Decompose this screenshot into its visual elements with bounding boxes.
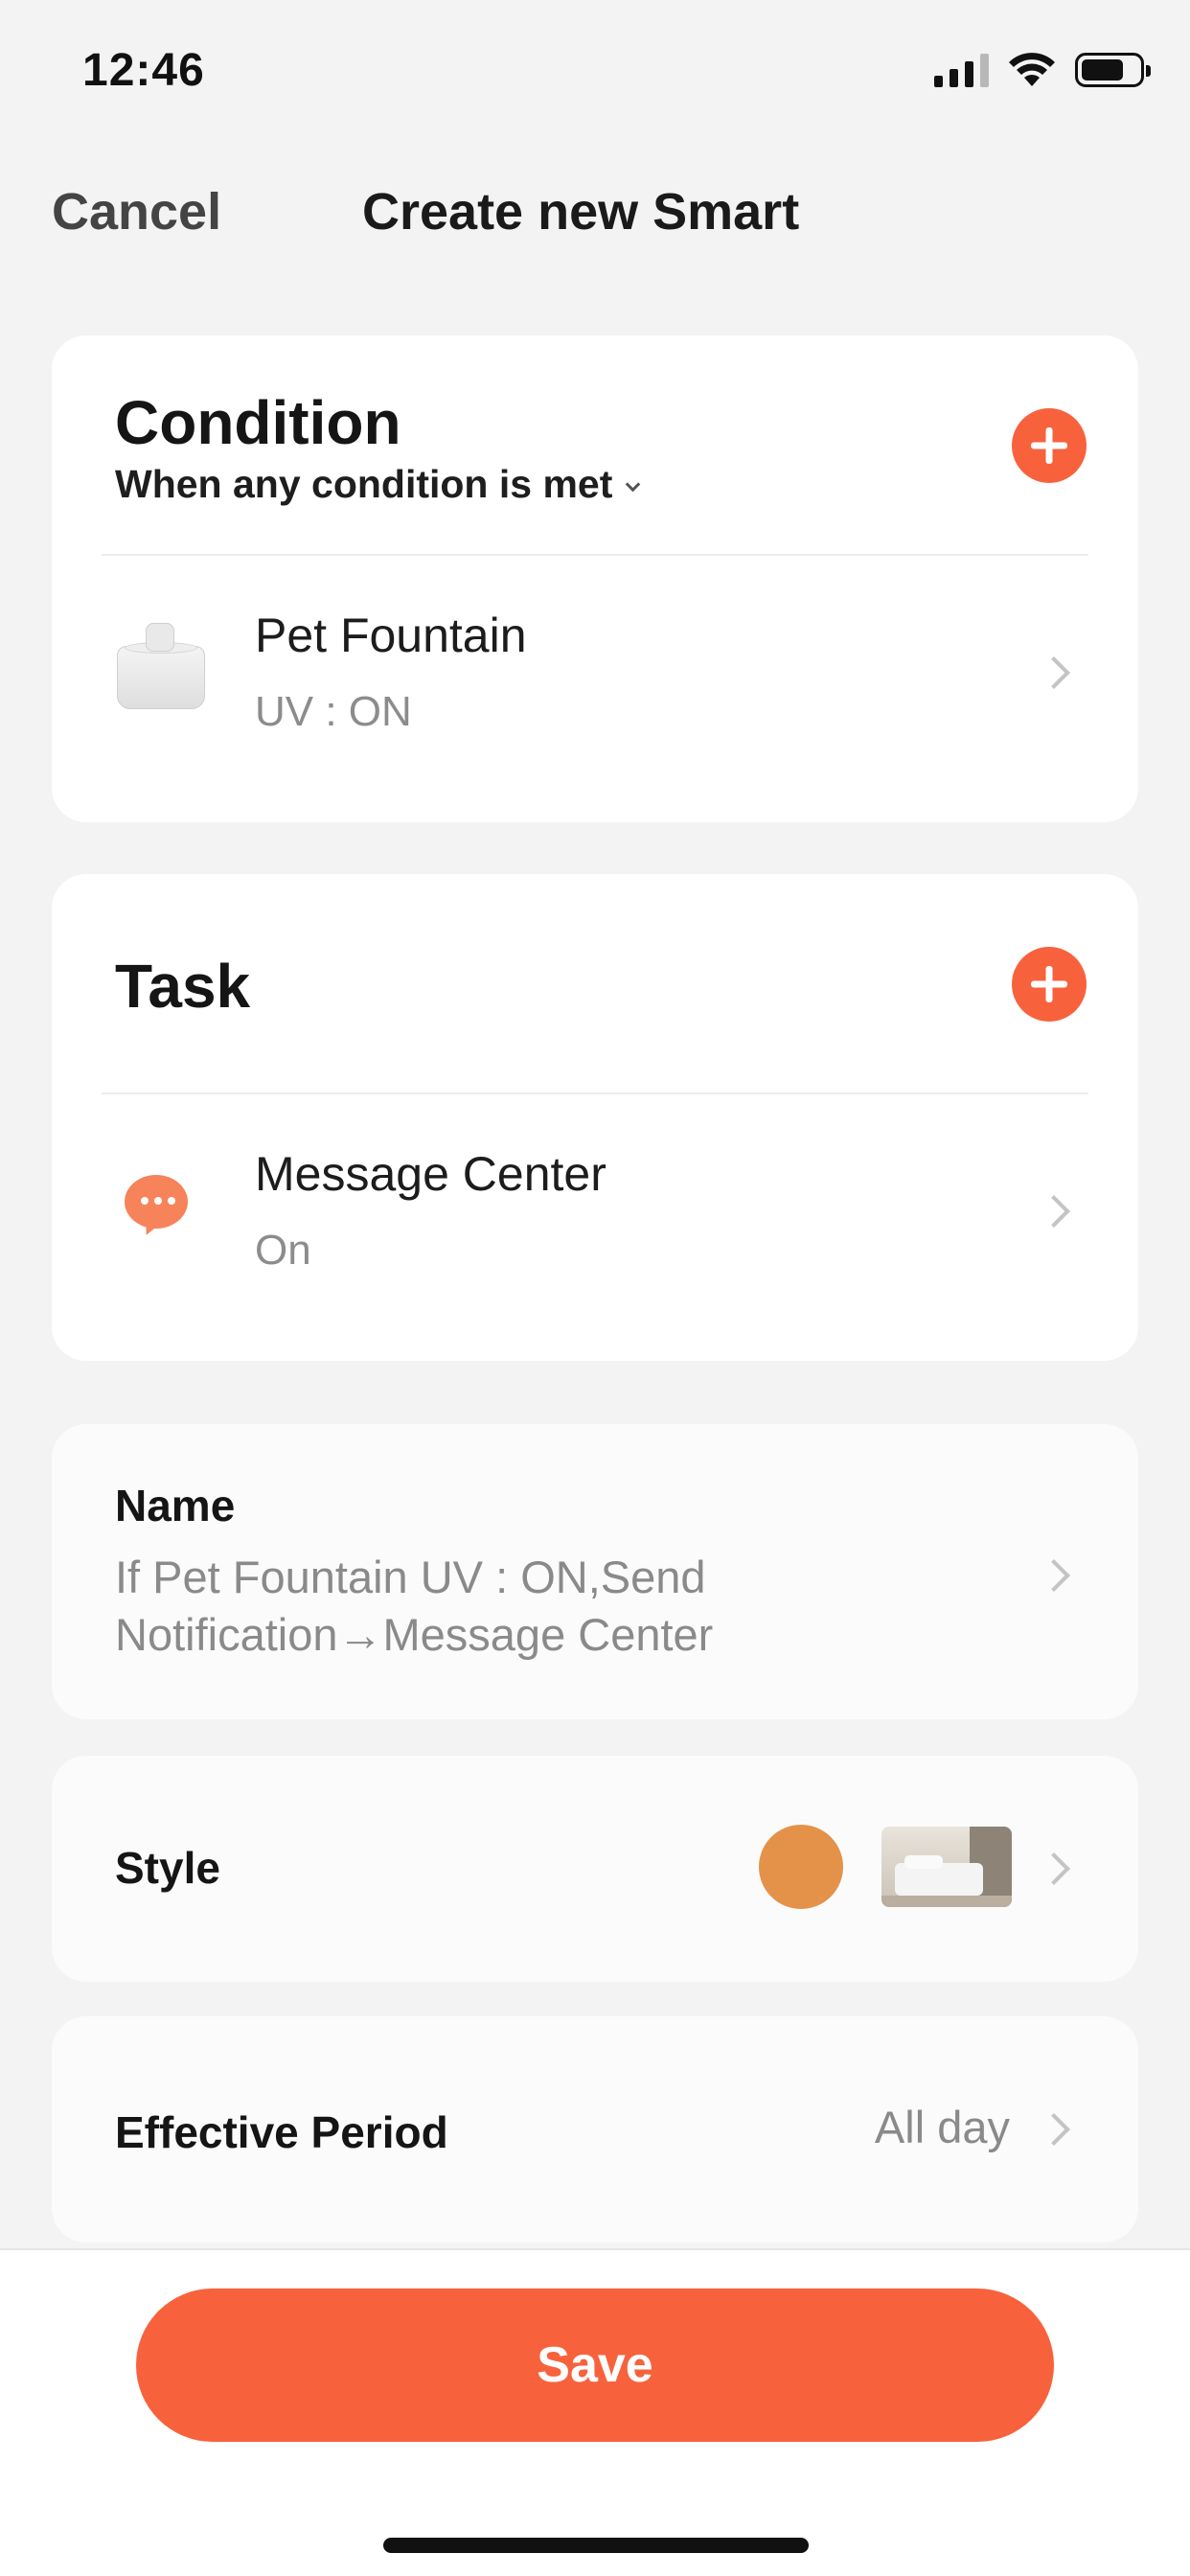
- style-color-swatch: [759, 1825, 843, 1909]
- cancel-button[interactable]: Cancel: [52, 182, 221, 242]
- name-row[interactable]: Name If Pet Fountain UV : ON,Send Notifi…: [52, 1424, 1138, 1719]
- message-center-icon: [125, 1175, 188, 1239]
- effective-period-label: Effective Period: [115, 2107, 448, 2157]
- status-time: 12:46: [82, 45, 205, 96]
- name-label: Name: [115, 1481, 236, 1530]
- add-task-button[interactable]: [1012, 947, 1087, 1022]
- name-value: If Pet Fountain UV : ON,Send Notificatio…: [115, 1552, 714, 1660]
- condition-device-name: Pet Fountain: [255, 609, 527, 662]
- save-button[interactable]: Save: [136, 2288, 1054, 2442]
- chevron-down-icon: [626, 476, 641, 493]
- condition-mode-label: When any condition is met: [115, 462, 613, 506]
- status-bar: 12:46: [0, 0, 1190, 144]
- add-condition-button[interactable]: [1012, 408, 1087, 483]
- task-name: Message Center: [255, 1147, 606, 1201]
- chevron-right-icon: [1038, 2113, 1070, 2146]
- condition-card: Condition When any condition is met Pet …: [52, 335, 1138, 822]
- status-icons: [934, 52, 1151, 88]
- divider: [102, 1092, 1088, 1094]
- signal-icon: [934, 53, 989, 87]
- task-card: Task Message Center On: [52, 874, 1138, 1361]
- page-title: Create new Smart: [362, 183, 800, 241]
- task-state: On: [255, 1227, 311, 1274]
- chevron-right-icon: [1038, 1559, 1070, 1592]
- condition-device-state: UV : ON: [255, 688, 412, 735]
- condition-title: Condition: [115, 388, 401, 457]
- battery-icon: [1075, 53, 1151, 87]
- effective-period-value: All day: [874, 2102, 1010, 2152]
- chevron-right-icon: [1038, 656, 1070, 689]
- pet-fountain-thumbnail: [115, 619, 207, 711]
- wifi-icon: [1009, 53, 1055, 86]
- effective-period-row[interactable]: Effective Period All day: [52, 2016, 1138, 2242]
- task-title: Task: [115, 952, 251, 1021]
- bottom-bar: Save: [0, 2248, 1190, 2576]
- chevron-right-icon: [1038, 1195, 1070, 1228]
- home-indicator[interactable]: [383, 2538, 809, 2553]
- style-background-image: [881, 1827, 1012, 1907]
- divider: [102, 554, 1088, 556]
- condition-mode-selector[interactable]: When any condition is met: [115, 462, 641, 507]
- style-row[interactable]: Style: [52, 1756, 1138, 1982]
- chevron-right-icon: [1038, 1852, 1070, 1885]
- style-label: Style: [115, 1843, 220, 1893]
